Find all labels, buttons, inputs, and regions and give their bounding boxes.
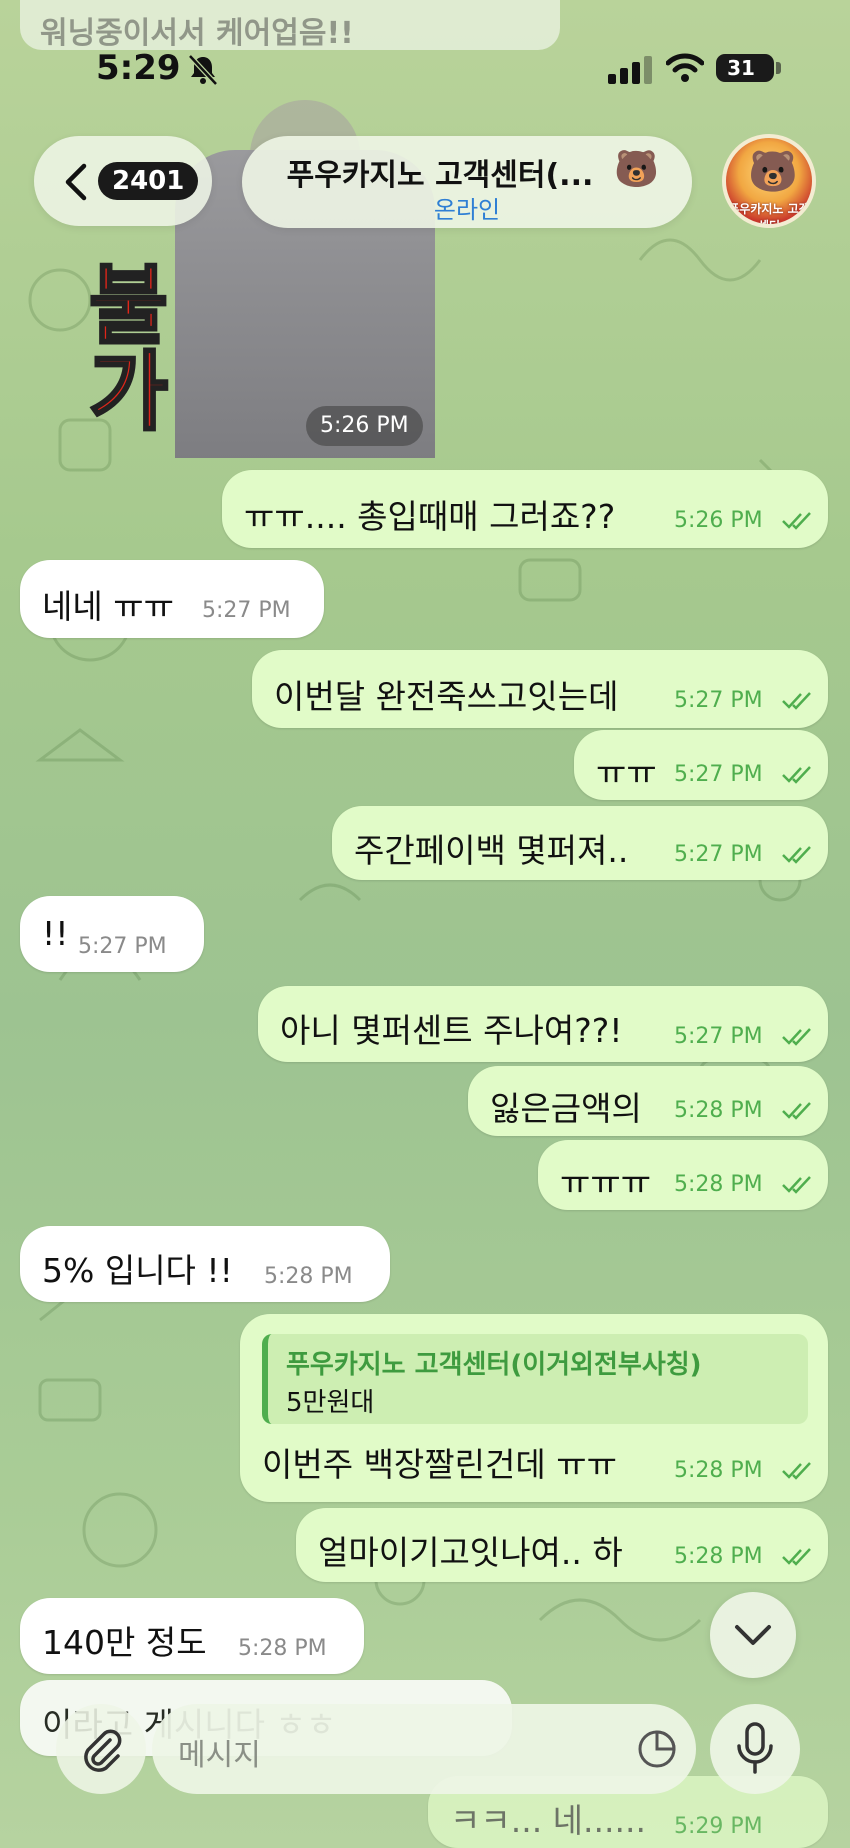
message-bubble-outgoing[interactable]: ㅠㅠ.... 총입때매 그러죠?? 5:26 PM xyxy=(222,470,828,548)
reply-quote[interactable]: 푸우카지노 고객센터(이거외전부사칭) 5만원대 xyxy=(262,1334,808,1424)
message-bubble-incoming[interactable]: !! 5:27 PM xyxy=(20,896,204,972)
message-time: 5:29 PM xyxy=(674,1814,763,1839)
message-time: 5:27 PM xyxy=(674,688,763,713)
microphone-icon xyxy=(737,1722,773,1774)
message-bubble-outgoing[interactable]: 아니 몇퍼센트 주나여??! 5:27 PM xyxy=(258,986,828,1062)
image-message-time: 5:26 PM xyxy=(306,406,423,446)
double-check-icon xyxy=(782,1548,811,1566)
bell-muted-icon xyxy=(188,54,218,86)
chevron-left-icon xyxy=(65,163,87,201)
message-text: 이번달 완전죽쓰고잇는데 xyxy=(274,677,619,716)
message-time: 5:27 PM xyxy=(202,598,291,623)
message-bubble-incoming[interactable]: 140만 정도 5:28 PM xyxy=(20,1598,364,1674)
message-time: 5:28 PM xyxy=(674,1098,763,1123)
message-text: ㅋㅋ... 네...... xyxy=(450,1801,646,1840)
message-time: 5:28 PM xyxy=(674,1458,763,1483)
message-time: 5:27 PM xyxy=(674,762,763,787)
reply-text: 5만원대 xyxy=(286,1388,375,1418)
message-time: 5:27 PM xyxy=(78,934,167,959)
double-check-icon xyxy=(782,1176,811,1194)
double-check-icon xyxy=(782,846,811,864)
battery-level: 31 xyxy=(727,56,755,80)
chat-title: 푸우카지노 고객센터(... xyxy=(286,158,594,193)
message-text: 잃은금액의 xyxy=(490,1089,642,1128)
message-bubble-incoming[interactable]: 5% 입니다 !! 5:28 PM xyxy=(20,1226,390,1302)
message-bubble-outgoing[interactable]: 잃은금액의 5:28 PM xyxy=(468,1066,828,1136)
microphone-button[interactable] xyxy=(710,1704,800,1794)
avatar-label: 푸우카지노 고객센터 xyxy=(728,202,810,228)
image-caption-text: 불가 xyxy=(80,259,172,434)
message-text: 이번주 백장짤린건데 ㅠㅠ xyxy=(262,1445,617,1484)
cellular-signal-icon xyxy=(608,56,652,84)
battery-nub xyxy=(776,62,781,74)
chevron-down-icon xyxy=(735,1625,771,1645)
message-bubble-outgoing[interactable]: 주간페이백 몇퍼져.. 5:27 PM xyxy=(332,806,828,880)
message-time: 5:28 PM xyxy=(674,1544,763,1569)
message-input[interactable]: 메시지 xyxy=(152,1704,696,1794)
message-time: 5:26 PM xyxy=(674,508,763,533)
avatar[interactable]: 🐻 푸우카지노 고객센터 xyxy=(722,134,816,228)
back-button[interactable]: 2401 xyxy=(34,136,212,226)
message-text: 네네 ㅠㅠ xyxy=(42,587,174,626)
paperclip-icon xyxy=(84,1729,122,1772)
message-bubble-incoming[interactable]: 네네 ㅠㅠ 5:27 PM xyxy=(20,560,324,638)
message-bubble-outgoing[interactable]: ㅠㅠ 5:27 PM xyxy=(574,730,828,800)
wifi-icon xyxy=(666,53,704,82)
status-time: 5:29 xyxy=(96,48,181,88)
bear-avatar-icon: 🐻 xyxy=(748,149,798,195)
message-text: 아니 몇퍼센트 주나여??! xyxy=(280,1011,623,1050)
message-bubble-outgoing[interactable]: 얼마이기고잇나여.. 하 5:28 PM xyxy=(296,1508,828,1582)
message-time: 5:28 PM xyxy=(238,1636,327,1661)
status-bar: 5:29 31 xyxy=(0,0,850,120)
double-check-icon xyxy=(782,1102,811,1120)
message-bubble-outgoing-reply[interactable]: 푸우카지노 고객센터(이거외전부사칭) 5만원대 이번주 백장짤린건데 ㅠㅠ 5… xyxy=(240,1314,828,1502)
message-text: ㅠㅠㅠ xyxy=(560,1163,652,1202)
double-check-icon xyxy=(782,1462,811,1480)
message-text: 얼마이기고잇나여.. 하 xyxy=(318,1533,623,1572)
double-check-icon xyxy=(782,692,811,710)
message-time: 5:28 PM xyxy=(674,1172,763,1197)
message-time: 5:28 PM xyxy=(264,1264,353,1289)
sticker-icon[interactable] xyxy=(636,1728,678,1770)
message-text: ㅠㅠ.... 총입때매 그러죠?? xyxy=(244,497,616,536)
message-bubble-outgoing[interactable]: 이번달 완전죽쓰고잇는데 5:27 PM xyxy=(252,650,828,728)
reply-author: 푸우카지노 고객센터(이거외전부사칭) xyxy=(286,1350,702,1380)
message-time: 5:27 PM xyxy=(674,842,763,867)
chat-online-status: 온라인 xyxy=(433,196,501,224)
message-time: 5:27 PM xyxy=(674,1024,763,1049)
bear-emoji-icon: 🐻 xyxy=(614,149,659,190)
attach-button[interactable] xyxy=(56,1704,146,1794)
message-text: 140만 정도 xyxy=(42,1623,207,1662)
message-text: ㅠㅠ xyxy=(596,753,657,792)
double-check-icon xyxy=(782,766,811,784)
chat-title-button[interactable]: 푸우카지노 고객센터(... 🐻 온라인 xyxy=(242,136,692,228)
message-text: 5% 입니다 !! xyxy=(42,1251,233,1290)
message-text: !! xyxy=(42,914,69,953)
unread-count-badge: 2401 xyxy=(98,162,199,200)
scroll-to-bottom-button[interactable] xyxy=(710,1592,796,1678)
message-input-placeholder: 메시지 xyxy=(178,1738,261,1773)
battery-icon: 31 xyxy=(716,54,774,82)
double-check-icon xyxy=(782,512,811,530)
message-bubble-outgoing[interactable]: ㅠㅠㅠ 5:28 PM xyxy=(538,1140,828,1210)
message-text: 주간페이백 몇퍼져.. xyxy=(354,831,629,870)
double-check-icon xyxy=(782,1028,811,1046)
